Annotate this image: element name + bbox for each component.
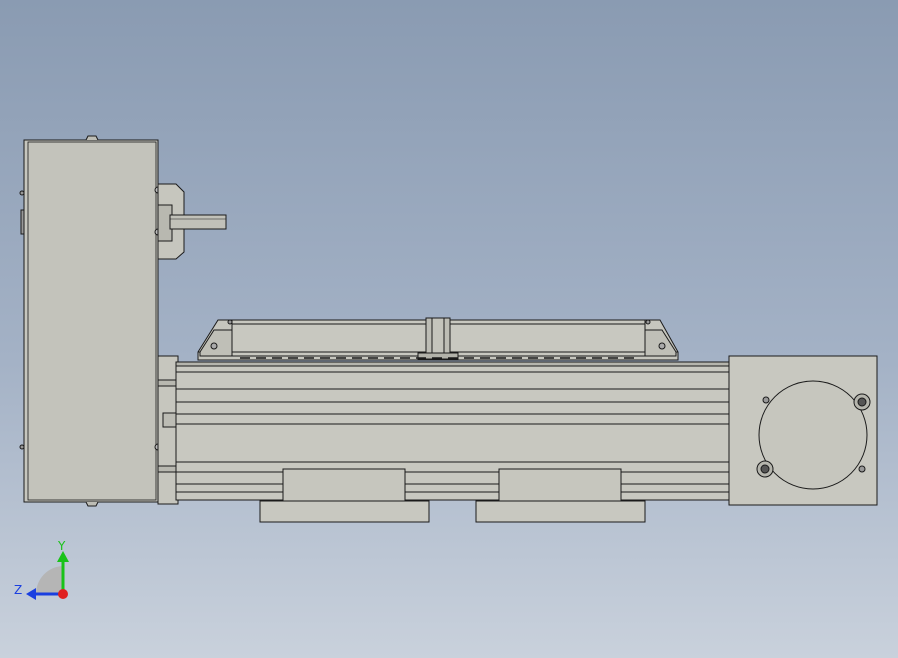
bearing-flange: [758, 380, 868, 490]
cad-viewport[interactable]: Y Z: [0, 0, 898, 658]
mounting-foot-left[interactable]: [259, 468, 430, 523]
carriage-assembly[interactable]: [197, 317, 679, 361]
hole-bottom-right: [858, 465, 866, 473]
mounting-foot-right[interactable]: [475, 468, 646, 523]
y-axis-label: Y: [57, 539, 66, 553]
z-axis-label: Z: [14, 583, 22, 597]
right-end-block[interactable]: [728, 355, 878, 506]
triad-origin: [58, 589, 68, 599]
output-shaft: [169, 214, 227, 230]
hole-top-left: [762, 396, 770, 404]
motor-mount-plate[interactable]: [157, 355, 179, 505]
motor-housing[interactable]: [19, 135, 162, 507]
linear-rail-body[interactable]: [175, 361, 730, 501]
